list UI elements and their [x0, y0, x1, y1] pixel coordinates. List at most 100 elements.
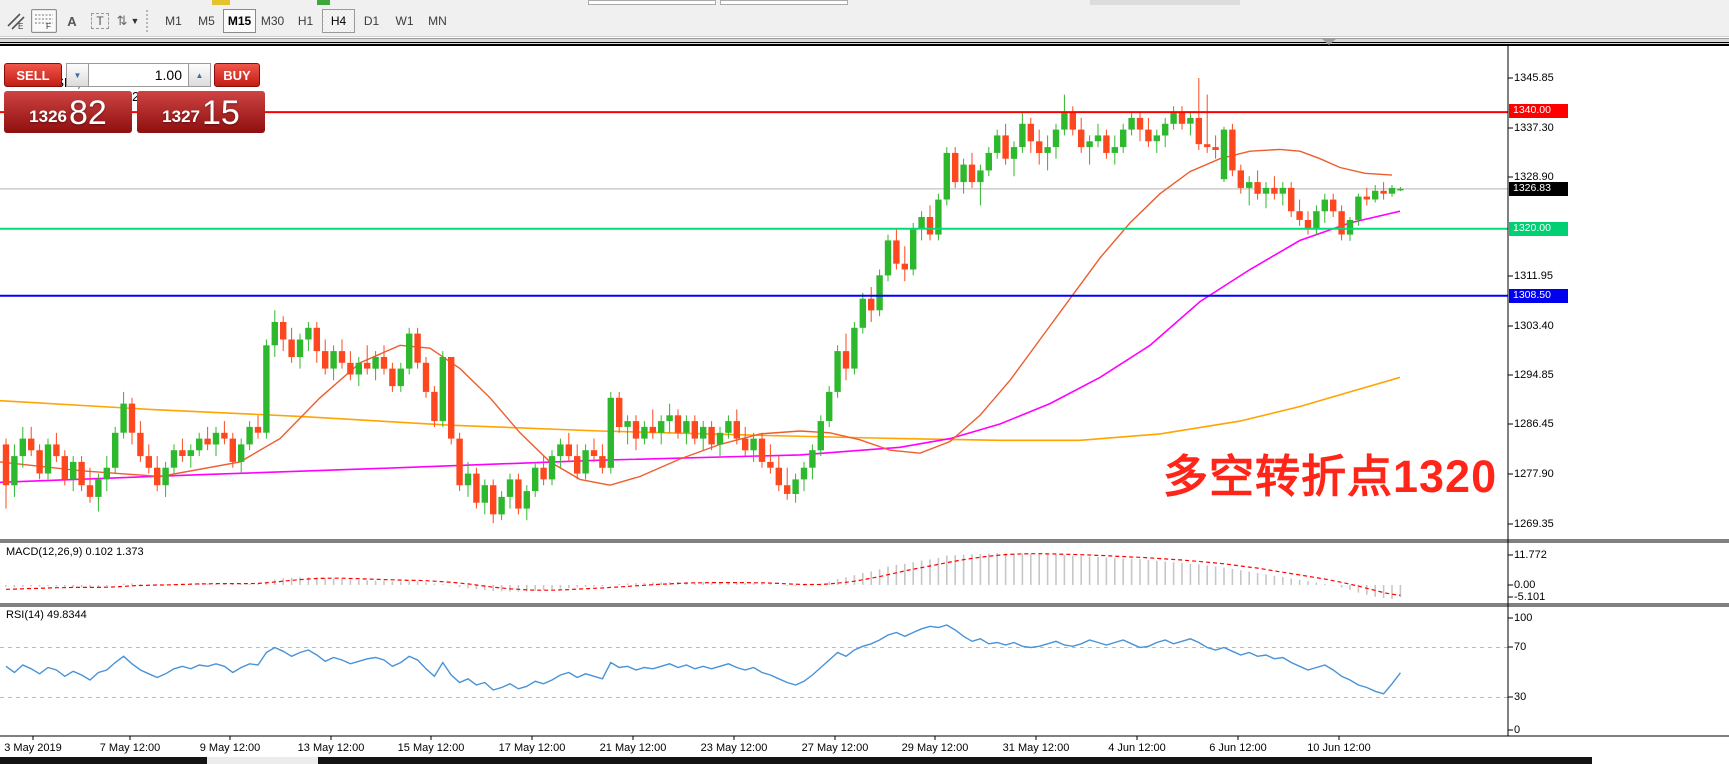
candle-body: [683, 421, 689, 433]
svg-text:E: E: [18, 22, 23, 30]
time-axis-label[interactable]: 4 Jun 12:00: [1108, 742, 1166, 754]
candle-body: [473, 474, 479, 503]
candle-body: [1011, 147, 1017, 159]
time-axis-label[interactable]: 27 May 12:00: [802, 742, 869, 754]
candle-body: [1036, 141, 1042, 153]
sell-price-pips: 82: [69, 96, 107, 130]
buy-price-panel[interactable]: 1327 15: [137, 91, 265, 133]
period-field-partial[interactable]: [720, 0, 848, 5]
candle-body: [1028, 124, 1034, 142]
candle-body: [1221, 130, 1227, 180]
timeframe-button-d1[interactable]: D1: [355, 9, 388, 33]
candle-body: [1053, 130, 1059, 148]
candle-body: [171, 450, 177, 468]
chart-mode-icons-partial[interactable]: [1090, 0, 1240, 5]
candle-body: [1187, 118, 1193, 124]
candle-body: [1128, 118, 1134, 130]
candle-body: [960, 165, 966, 183]
buy-button[interactable]: BUY: [214, 63, 260, 87]
candle-body: [1196, 118, 1202, 144]
candle-body: [935, 200, 941, 235]
window-collapse-icon[interactable]: [1322, 39, 1336, 45]
candle-body: [1263, 188, 1269, 194]
candle-body: [717, 433, 723, 445]
candle-body: [809, 450, 815, 468]
volume-decrease-button[interactable]: ▼: [66, 63, 89, 87]
candle-body: [591, 450, 597, 456]
autotrading-icon[interactable]: [317, 0, 330, 5]
arrows-tool-button[interactable]: ⇅ ▼: [115, 9, 141, 33]
timeframe-button-m1[interactable]: M1: [157, 9, 190, 33]
macd-axis-label: 0.00: [1514, 579, 1535, 591]
candle-body: [784, 485, 790, 494]
candle-body: [1095, 135, 1101, 141]
time-axis-label[interactable]: 15 May 12:00: [398, 742, 465, 754]
candle-body: [1355, 197, 1361, 220]
time-axis-label[interactable]: 21 May 12:00: [600, 742, 667, 754]
symbol-field-partial[interactable]: [588, 0, 716, 5]
timeframe-button-h4[interactable]: H4: [322, 9, 355, 33]
volume-increase-button[interactable]: ▲: [188, 63, 211, 87]
ma-fast-line: [0, 149, 1392, 485]
volume-input[interactable]: 1.00: [89, 63, 188, 87]
candle-body: [230, 439, 236, 462]
timeframe-button-h1[interactable]: H1: [289, 9, 322, 33]
candle-body: [179, 450, 185, 456]
candle-body: [1019, 124, 1025, 147]
new-order-icon[interactable]: [212, 0, 230, 5]
text-tool-button[interactable]: T: [87, 9, 113, 33]
candle-body: [1137, 118, 1143, 130]
candle-body: [1338, 211, 1344, 234]
timeframe-button-m30[interactable]: M30: [256, 9, 289, 33]
time-axis-label[interactable]: 17 May 12:00: [499, 742, 566, 754]
time-axis-label[interactable]: 13 May 12:00: [298, 742, 365, 754]
time-axis-label[interactable]: 7 May 12:00: [100, 742, 161, 754]
rsi-axis-label: 30: [1514, 691, 1526, 703]
candle-body: [1078, 130, 1084, 148]
channel-tool-button[interactable]: E: [3, 9, 29, 33]
macd-axis-label: -5.101: [1514, 591, 1545, 603]
candle-body: [1044, 147, 1050, 153]
time-axis-label[interactable]: 10 Jun 12:00: [1307, 742, 1371, 754]
timeframe-button-w1[interactable]: W1: [388, 9, 421, 33]
sell-button[interactable]: SELL: [4, 63, 62, 87]
candle-body: [616, 398, 622, 427]
chart-annotation-text[interactable]: 多空转折点1320: [1163, 440, 1497, 505]
candle-body: [1397, 189, 1403, 191]
candle-body: [62, 456, 68, 479]
candle-body: [238, 444, 244, 462]
candle-body: [524, 491, 530, 509]
price-axis-label: 1303.40: [1514, 320, 1554, 332]
time-axis-label[interactable]: 31 May 12:00: [1003, 742, 1070, 754]
timeframe-button-m5[interactable]: M5: [190, 9, 223, 33]
timeframe-button-mn[interactable]: MN: [421, 9, 454, 33]
toolbar-separator: [146, 10, 153, 32]
candle-body: [498, 497, 504, 515]
candle-body: [633, 421, 639, 439]
candle-body: [482, 485, 488, 503]
candle-body: [893, 240, 899, 263]
candle-body: [448, 357, 454, 439]
candle-body: [868, 299, 874, 311]
chevron-down-icon: ▼: [130, 16, 139, 26]
candle-body: [641, 427, 647, 439]
text-label-tool-button[interactable]: A: [59, 9, 85, 33]
time-axis-label[interactable]: 6 Jun 12:00: [1209, 742, 1267, 754]
candle-body: [120, 404, 126, 433]
time-axis-label[interactable]: 23 May 12:00: [701, 742, 768, 754]
candle-body: [767, 462, 773, 468]
candle-body: [1380, 191, 1386, 194]
candle-body: [582, 450, 588, 473]
price-axis-label: 1277.90: [1514, 468, 1554, 480]
time-axis-label[interactable]: 9 May 12:00: [200, 742, 261, 754]
fibonacci-tool-button[interactable]: F: [31, 9, 57, 33]
sell-price-panel[interactable]: 1326 82: [4, 91, 132, 133]
svg-text:F: F: [46, 22, 51, 30]
time-axis-label[interactable]: 29 May 12:00: [902, 742, 969, 754]
channel-tool-icon: E: [6, 12, 26, 30]
sell-price-main: 1326: [29, 107, 67, 127]
candle-body: [28, 439, 34, 451]
time-axis-label[interactable]: 3 May 2019: [4, 742, 61, 754]
timeframe-button-m15[interactable]: M15: [223, 9, 256, 33]
candle-body: [885, 240, 891, 275]
